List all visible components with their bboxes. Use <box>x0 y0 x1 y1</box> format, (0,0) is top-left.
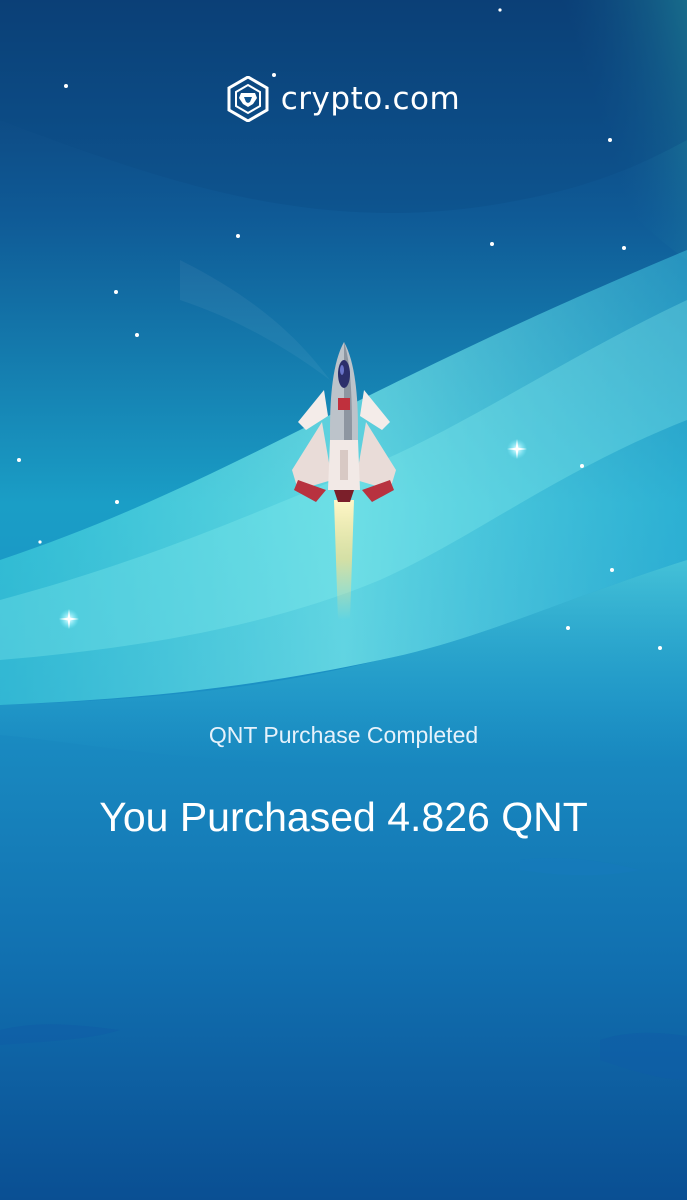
sparkle-icon <box>59 609 79 629</box>
purchase-status-title: QNT Purchase Completed <box>208 722 479 748</box>
brand-name: crypto.com <box>280 81 461 117</box>
sparkle-icon <box>507 439 527 459</box>
rocket-icon <box>292 342 396 620</box>
brand-logo: crypto.com <box>0 76 687 122</box>
purchase-amount-message: You Purchased 4.826 QNT <box>99 794 588 840</box>
purchase-success-screen: crypto.com QNT Purchase Completed You Pu… <box>0 0 687 1200</box>
crypto-com-lion-shield-icon <box>227 76 269 122</box>
